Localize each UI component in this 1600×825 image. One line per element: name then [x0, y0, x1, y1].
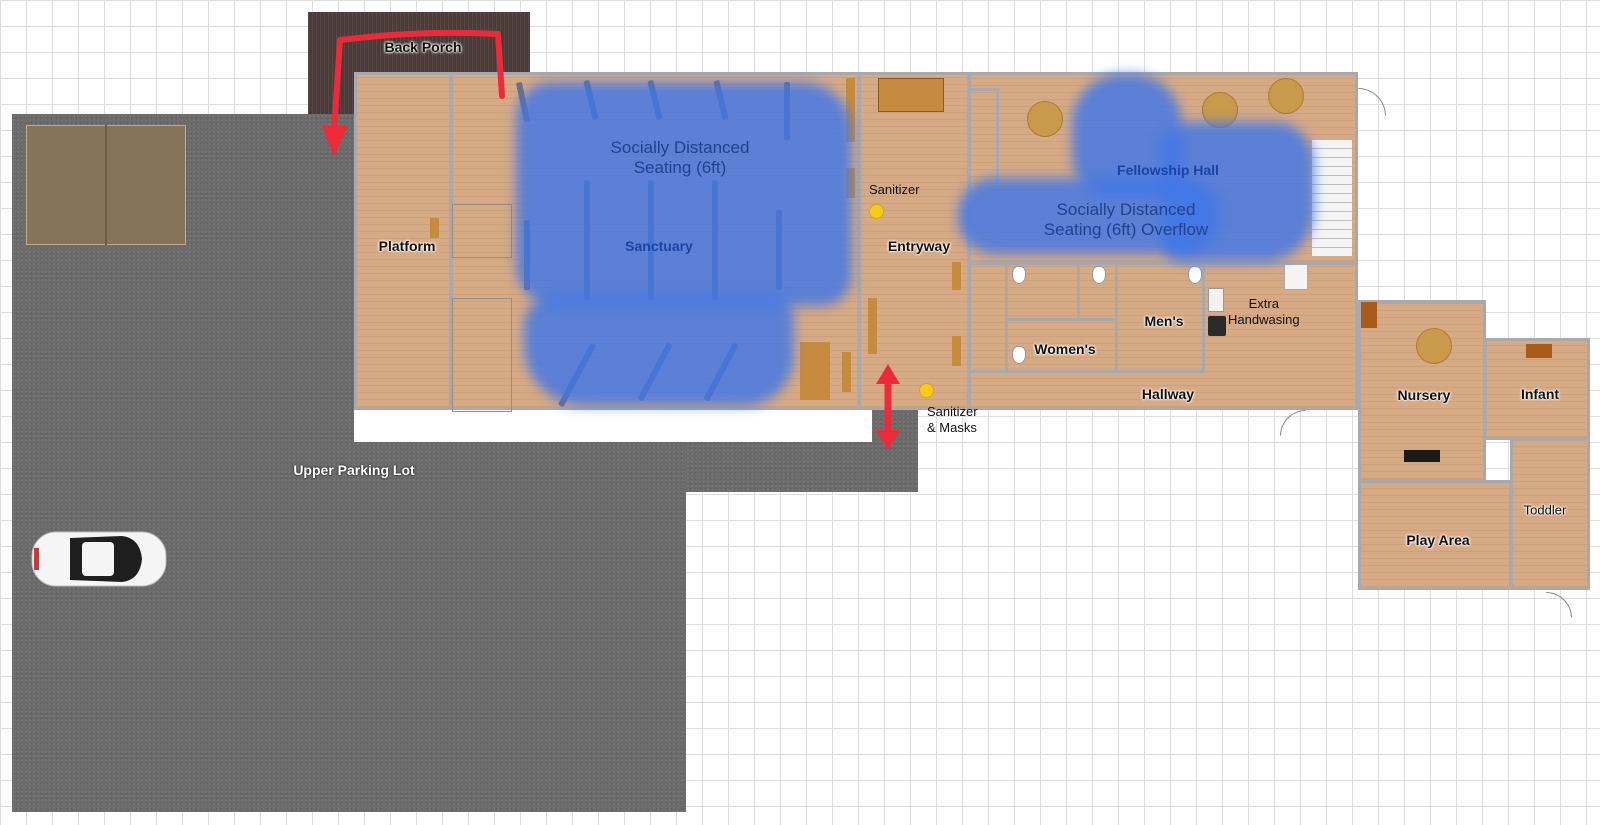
- sanitizer-dot-icon: [919, 383, 934, 398]
- platform-stage-box: [452, 204, 512, 258]
- wall: [968, 88, 998, 91]
- fellowship-hall-label: Fellowship Hall: [1117, 162, 1219, 178]
- bench: [842, 352, 851, 392]
- fridge-icon: [1284, 264, 1308, 290]
- bench: [430, 218, 439, 238]
- wall: [1115, 262, 1118, 372]
- seating-annotation-line: Socially Distanced: [610, 138, 750, 157]
- extra-handwashing-line: Handwasing: [1228, 312, 1300, 327]
- extra-handwashing-label: Extra Handwasing: [1228, 296, 1300, 328]
- bench: [952, 262, 961, 290]
- sanitizer-masks-line: & Masks: [927, 420, 977, 435]
- overflow-annotation: Socially Distanced Seating (6ft) Overflo…: [1044, 200, 1208, 240]
- wall: [1005, 262, 1008, 372]
- womens-label: Women's: [1034, 341, 1096, 357]
- bench: [952, 336, 961, 366]
- car-icon: [31, 531, 167, 587]
- entry-table: [878, 78, 944, 112]
- toilet-icon: [1012, 346, 1026, 364]
- mens-label: Men's: [1144, 313, 1184, 329]
- side-table: [800, 342, 830, 400]
- stairs: [1312, 140, 1352, 256]
- platform-lower-box: [452, 298, 512, 412]
- wall: [996, 88, 999, 184]
- crib: [1526, 344, 1552, 358]
- door-icon: [1546, 592, 1572, 618]
- seating-annotation: Socially Distanced Seating (6ft): [611, 138, 750, 178]
- infant-label: Infant: [1520, 386, 1560, 402]
- bench: [868, 298, 877, 354]
- stove-icon: [1208, 316, 1226, 336]
- seating-zone-sanctuary: [516, 82, 852, 306]
- tv-stand: [1404, 450, 1440, 462]
- door-icon: [1280, 410, 1306, 436]
- wall: [1077, 262, 1080, 320]
- cabinet: [1361, 302, 1377, 328]
- sanctuary-label: Sanctuary: [625, 238, 693, 254]
- extra-handwashing-line: Extra: [1248, 296, 1279, 311]
- upper-parking-lot-label: Upper Parking Lot: [293, 462, 415, 478]
- toilet-icon: [1188, 266, 1202, 284]
- sanitizer-masks-label: Sanitizer & Masks: [927, 404, 978, 436]
- seating-zone-sanctuary-lower: [524, 296, 794, 406]
- platform-label: Platform: [378, 238, 436, 254]
- seating-annotation-line: Seating (6ft): [633, 158, 727, 177]
- round-table: [1027, 101, 1063, 137]
- entryway-label: Entryway: [887, 238, 951, 254]
- wall: [968, 370, 1205, 373]
- overflow-annotation-line: Seating (6ft) Overflow: [1043, 220, 1209, 239]
- route-arrow-icon: [322, 29, 505, 156]
- sanitizer-label: Sanitizer: [869, 182, 920, 197]
- sanitizer-masks-line: Sanitizer: [927, 404, 978, 419]
- toilet-icon: [1012, 266, 1026, 284]
- wall: [1005, 318, 1117, 321]
- overflow-annotation-line: Socially Distanced: [1056, 200, 1196, 219]
- sink-icon: [1208, 288, 1224, 312]
- wall: [1202, 262, 1205, 372]
- play-area-label: Play Area: [1406, 532, 1470, 548]
- toilet-icon: [1092, 266, 1106, 284]
- front-walkway: [354, 408, 872, 442]
- hallway-label: Hallway: [1141, 386, 1195, 402]
- door-icon: [1358, 88, 1386, 116]
- nursery-label: Nursery: [1397, 387, 1451, 403]
- round-table: [1268, 78, 1304, 114]
- round-table: [1416, 328, 1452, 364]
- toddler-label: Toddler: [1523, 502, 1567, 518]
- entry-arrow-icon: [876, 364, 900, 450]
- sanitizer-dot-icon: [869, 204, 884, 219]
- pavilion-ridge: [105, 125, 107, 245]
